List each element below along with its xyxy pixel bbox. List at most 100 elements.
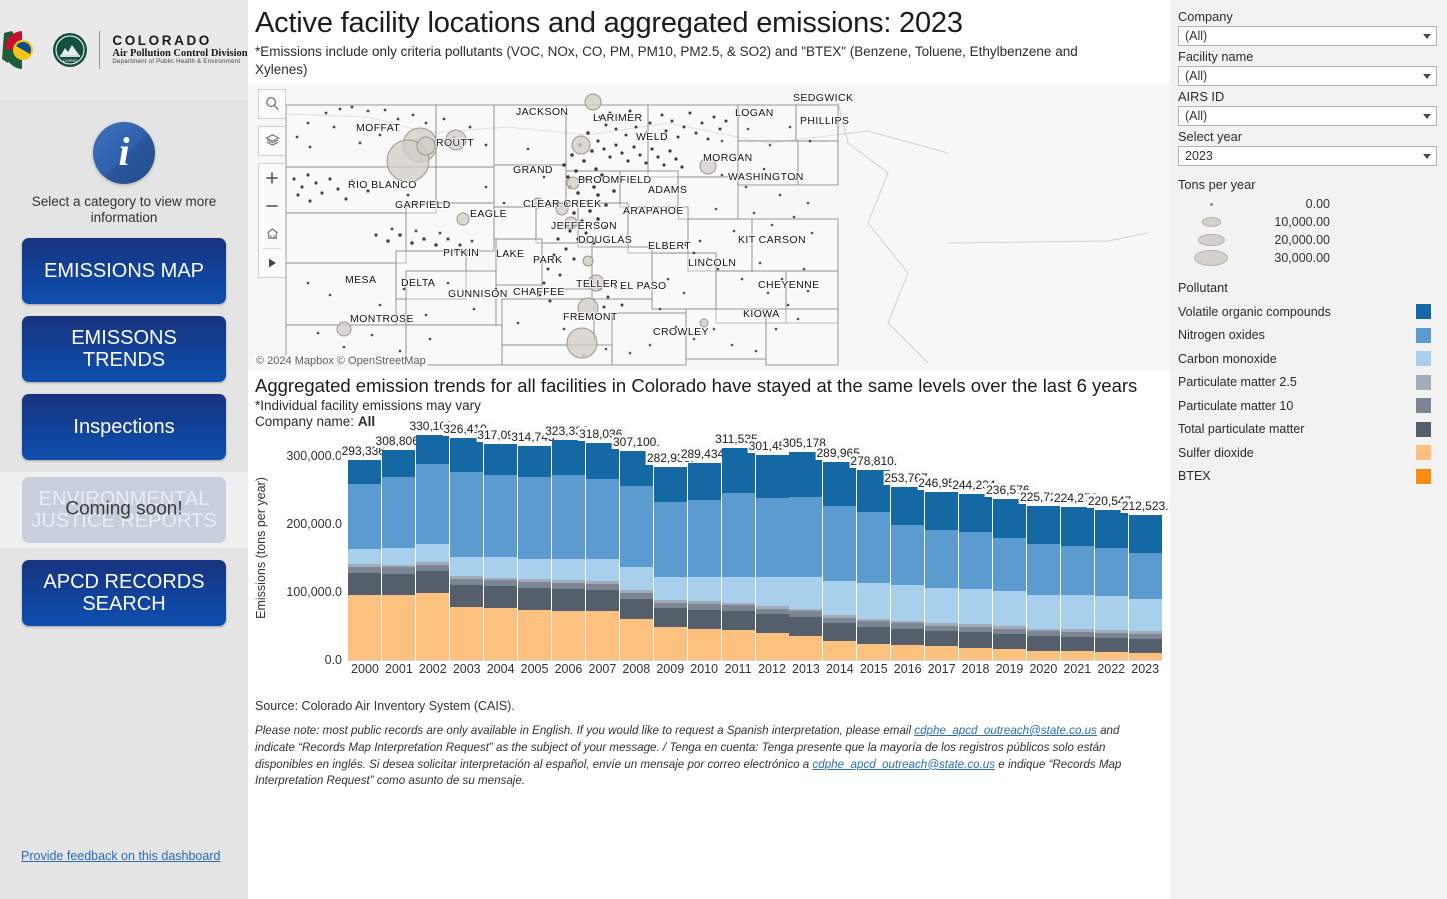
filter-select-airs-id[interactable]: (All)	[1178, 106, 1437, 126]
filter-select-facility-name[interactable]: (All)	[1178, 66, 1437, 86]
bar-segment[interactable]	[1094, 509, 1128, 548]
stacked-bar[interactable]	[551, 439, 585, 661]
pollutant-legend-item[interactable]: BTEX	[1178, 465, 1437, 489]
bar-segment[interactable]	[484, 557, 518, 578]
bar-segment[interactable]	[823, 641, 857, 661]
bar-segment[interactable]	[348, 549, 382, 565]
bar-segment[interactable]	[382, 548, 416, 565]
bar-column[interactable]: 308,806.	[374, 433, 424, 661]
stacked-bar[interactable]	[755, 454, 789, 661]
stacked-bar[interactable]	[959, 493, 993, 661]
emissions-bar-chart[interactable]: Emissions (tons per year) 0.0 100,000.0 20…	[248, 419, 1170, 693]
bar-column[interactable]: 311,535.	[714, 431, 763, 661]
pollutant-legend-item[interactable]: Nitrogen oxides	[1178, 324, 1437, 348]
bar-segment[interactable]	[992, 537, 1026, 591]
pollutant-legend-item[interactable]: Total particulate matter	[1178, 418, 1437, 442]
bar-column[interactable]: 244,234.	[951, 435, 1000, 661]
bar-segment[interactable]	[1060, 595, 1094, 630]
bar-segment[interactable]	[382, 449, 416, 478]
bar-segment[interactable]	[1026, 636, 1060, 651]
stacked-bar[interactable]	[585, 443, 619, 661]
bar-segment[interactable]	[551, 475, 585, 559]
outreach-email-link-1[interactable]: cdphe_apcd_outreach@state.co.us	[914, 724, 1097, 737]
bar-column[interactable]: 289,965.	[815, 435, 865, 661]
bar-segment[interactable]	[518, 609, 552, 661]
bar-segment[interactable]	[1060, 507, 1094, 546]
bar-segment[interactable]	[721, 493, 755, 577]
stacked-bar[interactable]	[518, 445, 552, 661]
bar-segment[interactable]	[755, 454, 789, 499]
stacked-bar[interactable]	[450, 437, 484, 661]
search-icon[interactable]	[259, 90, 285, 118]
bar-segment[interactable]	[1128, 515, 1162, 554]
bar-segment[interactable]	[585, 478, 619, 560]
bar-column[interactable]: 282,938.	[645, 435, 695, 661]
zoom-in-icon[interactable]	[259, 164, 285, 192]
bar-segment[interactable]	[959, 493, 993, 533]
bar-segment[interactable]	[382, 595, 416, 661]
chevron-down-icon[interactable]	[1423, 73, 1431, 79]
bar-segment[interactable]	[619, 566, 653, 590]
bar-segment[interactable]	[450, 557, 484, 577]
bar-segment[interactable]	[416, 435, 450, 464]
bar-segment[interactable]	[1060, 636, 1094, 652]
stacked-bar[interactable]	[925, 491, 959, 661]
stacked-bar[interactable]	[992, 498, 1026, 661]
bar-segment[interactable]	[721, 611, 755, 631]
bar-segment[interactable]	[891, 487, 925, 526]
bar-segment[interactable]	[416, 463, 450, 545]
bar-column[interactable]: 323,336.	[544, 423, 593, 661]
bar-segment[interactable]	[551, 558, 585, 581]
bar-segment[interactable]	[721, 447, 755, 494]
bar-segment[interactable]	[1026, 506, 1060, 545]
filter-select-select-year[interactable]: 2023	[1178, 146, 1437, 166]
bar-segment[interactable]	[687, 628, 721, 661]
bar-segment[interactable]	[348, 483, 382, 550]
stacked-bar[interactable]	[416, 435, 450, 661]
bar-segment[interactable]	[755, 498, 789, 578]
bar-segment[interactable]	[416, 593, 450, 661]
bar-segment[interactable]	[382, 573, 416, 596]
bar-segment[interactable]	[1094, 547, 1128, 597]
bar-segment[interactable]	[891, 645, 925, 661]
stacked-bar[interactable]	[891, 487, 925, 661]
bar-segment[interactable]	[1026, 594, 1060, 629]
bar-segment[interactable]	[823, 623, 857, 641]
bar-segment[interactable]	[992, 649, 1026, 661]
stacked-bar[interactable]	[653, 467, 687, 661]
bar-segment[interactable]	[518, 445, 552, 478]
bar-segment[interactable]	[653, 467, 687, 502]
bar-column[interactable]: 314,745.	[510, 429, 559, 661]
stacked-bar[interactable]	[687, 462, 721, 661]
zoom-out-icon[interactable]	[259, 192, 285, 220]
pollutant-legend-item[interactable]: Sulfer dioxide	[1178, 441, 1437, 465]
bar-column[interactable]: 317,092.	[476, 427, 525, 661]
filter-select-company[interactable]: (All)	[1178, 26, 1437, 46]
bar-segment[interactable]	[551, 439, 585, 476]
bar-column[interactable]: 289,434.	[679, 435, 729, 661]
bar-column[interactable]: 330,100.	[408, 419, 458, 661]
bar-segment[interactable]	[551, 611, 585, 661]
bar-column[interactable]: 326,410.	[442, 421, 492, 661]
bar-segment[interactable]	[619, 619, 653, 661]
bar-segment[interactable]	[891, 585, 925, 621]
bar-segment[interactable]	[1026, 650, 1060, 661]
bar-segment[interactable]	[857, 583, 891, 619]
bar-column[interactable]: 224,276.	[1052, 435, 1102, 661]
bar-segment[interactable]	[687, 462, 721, 500]
stacked-bar[interactable]	[1094, 509, 1128, 661]
bar-segment[interactable]	[789, 496, 823, 578]
bar-segment[interactable]	[1128, 638, 1162, 653]
bar-segment[interactable]	[585, 611, 619, 661]
bar-segment[interactable]	[416, 570, 450, 594]
stacked-bar[interactable]	[1026, 506, 1060, 661]
layers-icon[interactable]	[259, 127, 285, 155]
bar-segment[interactable]	[925, 529, 959, 588]
bar-segment[interactable]	[619, 598, 653, 620]
bar-column[interactable]: 307,100.	[611, 434, 661, 661]
home-icon[interactable]	[259, 220, 285, 248]
stacked-bar[interactable]	[484, 444, 518, 661]
bar-segment[interactable]	[925, 587, 959, 623]
bar-segment[interactable]	[348, 460, 382, 484]
bar-segment[interactable]	[653, 627, 687, 661]
